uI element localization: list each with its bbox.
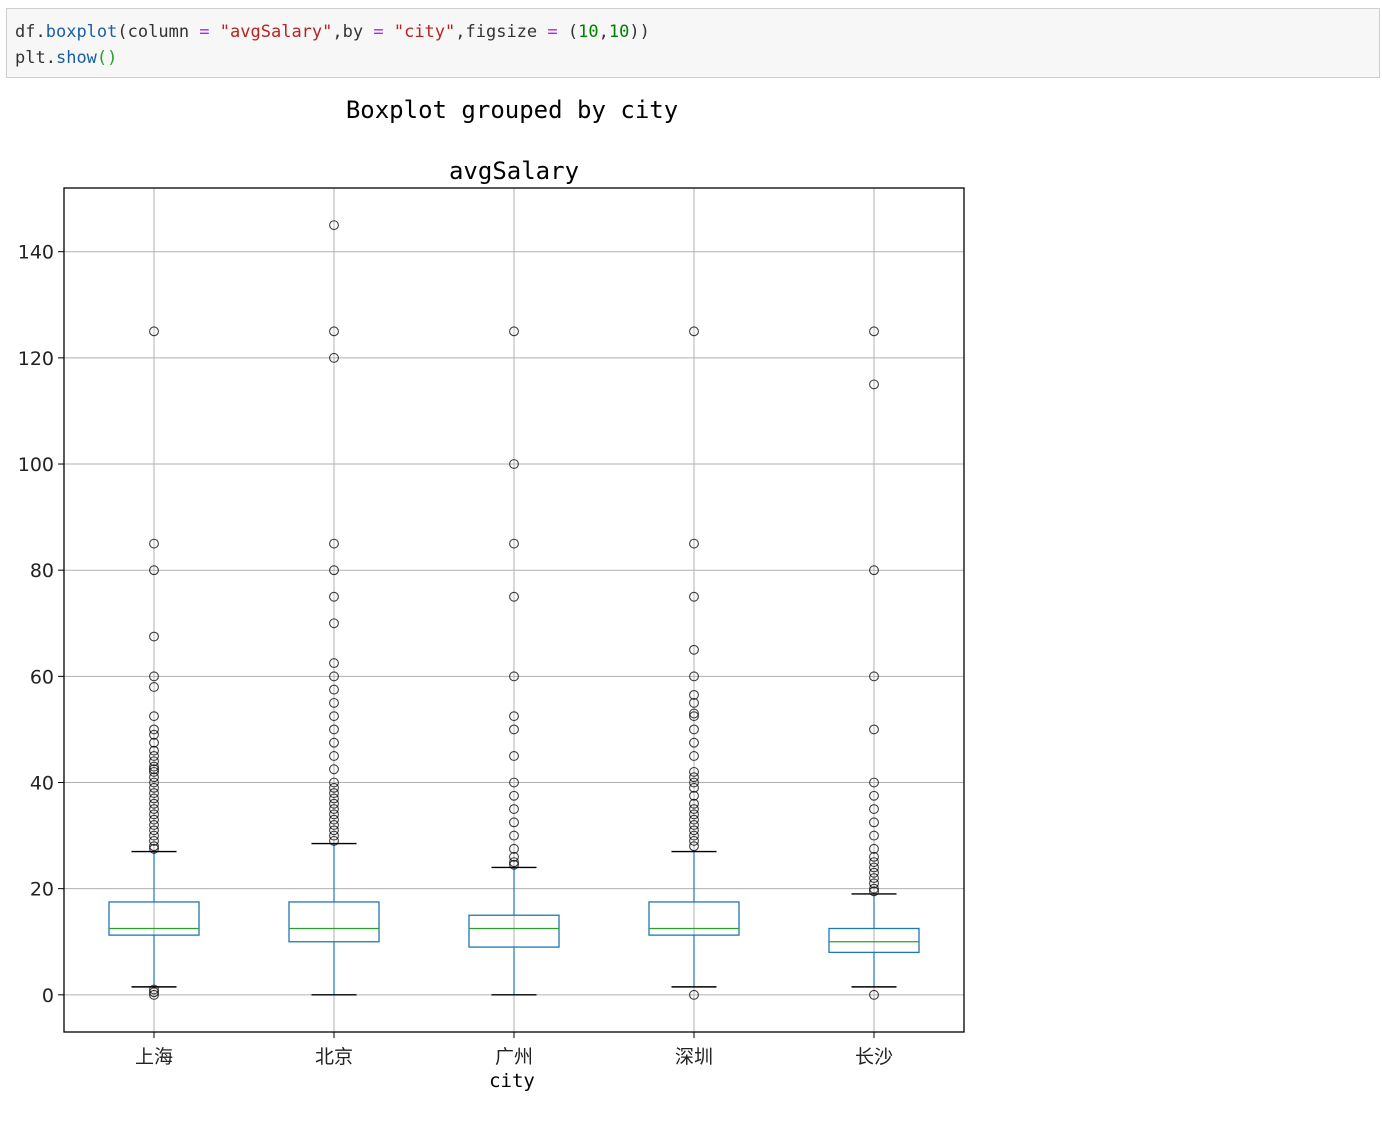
code-token: = (199, 22, 210, 42)
chart-suptitle: Boxplot grouped by city (346, 96, 678, 124)
code-token: ( (567, 22, 579, 42)
x-tick-label: 上海 (135, 1046, 173, 1068)
boxplot-chart: Boxplot grouped by city avgSalary 0 20 40 6… (18, 96, 965, 1092)
code-line-2: plt.show() (15, 48, 117, 68)
code-cell[interactable]: df.boxplot(column = "avgSalary",by = "ci… (6, 8, 1380, 78)
code-token: ,figsize (455, 22, 548, 42)
code-token: 10 (608, 22, 630, 42)
code-token: 10 (578, 22, 599, 42)
y-tick-label: 100 (18, 454, 54, 476)
code-token: )) (629, 22, 650, 42)
x-tick-label: 深圳 (675, 1046, 713, 1068)
code-token: plt (15, 48, 46, 68)
code-token: . (35, 22, 46, 42)
y-tick-label: 40 (30, 773, 54, 795)
y-tick-label: 120 (18, 348, 54, 370)
code-token: = (373, 22, 384, 42)
x-tick-label: 北京 (315, 1046, 353, 1068)
code-token: , (598, 22, 609, 42)
code-token: . (45, 48, 56, 68)
code-line-1: df.boxplot(column = "avgSalary",by = "ci… (15, 22, 650, 42)
axis-ticks: 0 20 40 60 80 100 120 140 上海 北京 广州 深圳 长沙 (18, 242, 893, 1068)
code-token: show (55, 48, 97, 68)
x-axis-label: city (489, 1070, 535, 1092)
code-token: boxplot (45, 22, 118, 42)
code-token: ,by (332, 22, 374, 42)
code-token: column (127, 22, 200, 42)
chart-title: avgSalary (449, 157, 579, 185)
code-token: "city" (393, 22, 456, 42)
y-tick-label: 20 (30, 879, 54, 901)
y-tick-label: 0 (42, 985, 54, 1007)
code-token: "avgSalary" (219, 22, 333, 42)
code-token: df (15, 22, 36, 42)
y-tick-label: 140 (18, 242, 54, 264)
x-tick-label: 长沙 (855, 1046, 893, 1068)
code-token: ( (117, 22, 128, 42)
y-tick-label: 80 (30, 560, 54, 582)
code-token: = (547, 22, 558, 42)
code-token: () (96, 48, 118, 68)
y-tick-label: 60 (30, 666, 54, 688)
x-tick-label: 广州 (495, 1046, 533, 1068)
